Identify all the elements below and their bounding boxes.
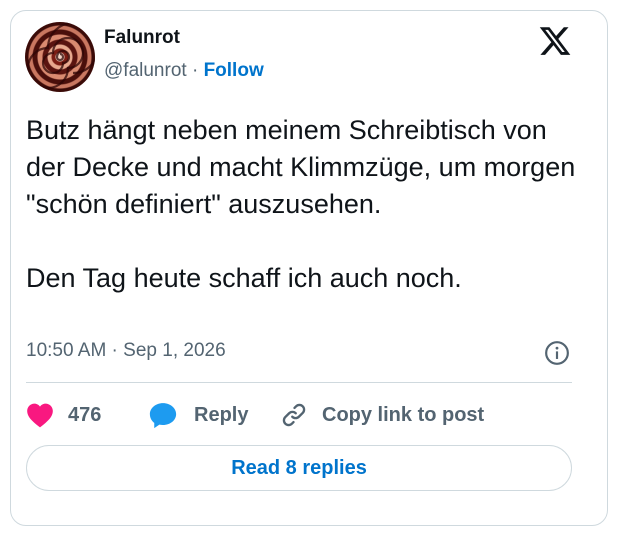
post-paragraph: Den Tag heute schaff ich auch noch. (26, 263, 462, 293)
link-icon (282, 403, 306, 427)
avatar[interactable] (25, 22, 95, 92)
read-replies-label: Read 8 replies (231, 456, 367, 479)
post-timestamp[interactable]: 10:50 AM · Sep 1, 2026 (26, 340, 226, 362)
like-button[interactable]: 476 (26, 398, 101, 432)
x-logo-icon[interactable] (538, 24, 572, 58)
like-count: 476 (68, 403, 102, 426)
copy-link-button[interactable]: Copy link to post (280, 398, 484, 432)
reply-label: Reply (194, 403, 249, 426)
speech-bubble-icon (149, 403, 177, 429)
heart-icon (27, 403, 53, 428)
avatar-spiral-image (26, 22, 95, 90)
author-display-name[interactable]: Falunrot (104, 27, 180, 49)
follow-button[interactable]: Follow (204, 60, 264, 81)
author-handle-row: @falunrot · Follow (104, 60, 264, 82)
handle-separator: · (191, 60, 199, 81)
author-handle[interactable]: @falunrot (104, 60, 187, 81)
info-icon[interactable] (544, 340, 570, 366)
divider (26, 382, 572, 383)
read-replies-button[interactable]: Read 8 replies (26, 445, 572, 491)
copy-link-label: Copy link to post (322, 403, 485, 426)
post-paragraph: Butz hängt neben meinem Schreibtisch von… (26, 115, 576, 219)
post-text: Butz hängt neben meinem Schreibtisch von… (26, 112, 586, 297)
reply-button[interactable]: Reply (148, 398, 248, 432)
